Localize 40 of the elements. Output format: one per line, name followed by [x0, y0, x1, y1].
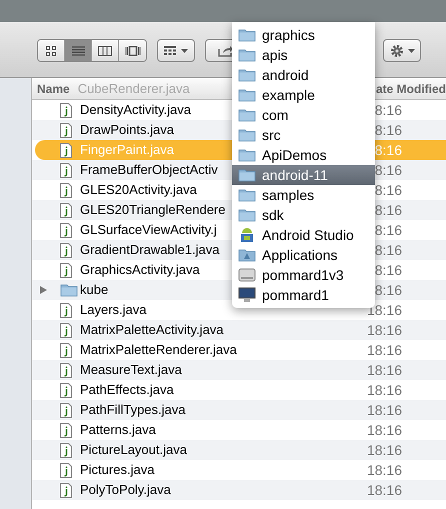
modified-time: 18:16	[366, 380, 402, 400]
modified-time: 8:16	[374, 280, 402, 300]
file-name: MatrixPaletteRenderer.java	[80, 341, 237, 360]
modified-time: 18:16	[366, 420, 402, 440]
file-name: Pictures.java	[80, 461, 154, 480]
file-name: DrawPoints.java	[80, 121, 174, 140]
file-name: Layers.java	[80, 301, 146, 320]
file-name: PictureLayout.java	[80, 441, 187, 460]
modified-time: 18:16	[366, 320, 402, 340]
file-name: GLES20TriangleRendere	[80, 201, 226, 220]
file-name: DensityActivity.java	[80, 101, 192, 120]
file-name: PathEffects.java	[80, 381, 174, 400]
file-name: Patterns.java	[80, 421, 156, 440]
modified-time: 8:16	[374, 100, 402, 120]
modified-time: 8:16	[374, 200, 402, 220]
file-name: PolyToPoly.java	[80, 481, 171, 500]
modified-time: 8:16	[374, 140, 402, 160]
modified-time: 8:16	[374, 160, 402, 180]
modified-time: 18:16	[366, 460, 402, 480]
file-name: FingerPaint.java	[80, 141, 174, 160]
file-name: GraphicsActivity.java	[80, 261, 200, 280]
modified-time: 18:16	[366, 440, 402, 460]
modified-time: 8:16	[374, 120, 402, 140]
file-name: MeasureText.java	[80, 361, 182, 380]
dragged-file-name: CubeRenderer.java	[78, 80, 190, 98]
modified-time: 8:16	[374, 240, 402, 260]
modified-time: 8:16	[374, 180, 402, 200]
modified-time: 8:16	[374, 260, 402, 280]
modified-time: 18:16	[366, 340, 402, 360]
file-name: MatrixPaletteActivity.java	[80, 321, 224, 340]
file-name: GLES20Activity.java	[80, 181, 197, 200]
file-name: GLSurfaceViewActivity.j	[80, 221, 217, 240]
modified-time: 8:16	[374, 220, 402, 240]
modified-time: 18:16	[366, 360, 402, 380]
file-name: kube	[80, 281, 108, 300]
modified-time: 18:16	[366, 480, 402, 500]
file-name: FrameBufferObjectActiv	[80, 161, 218, 180]
modified-time: 18:16	[366, 400, 402, 420]
file-name: PathFillTypes.java	[80, 401, 186, 420]
file-name: GradientDrawable1.java	[80, 241, 220, 260]
